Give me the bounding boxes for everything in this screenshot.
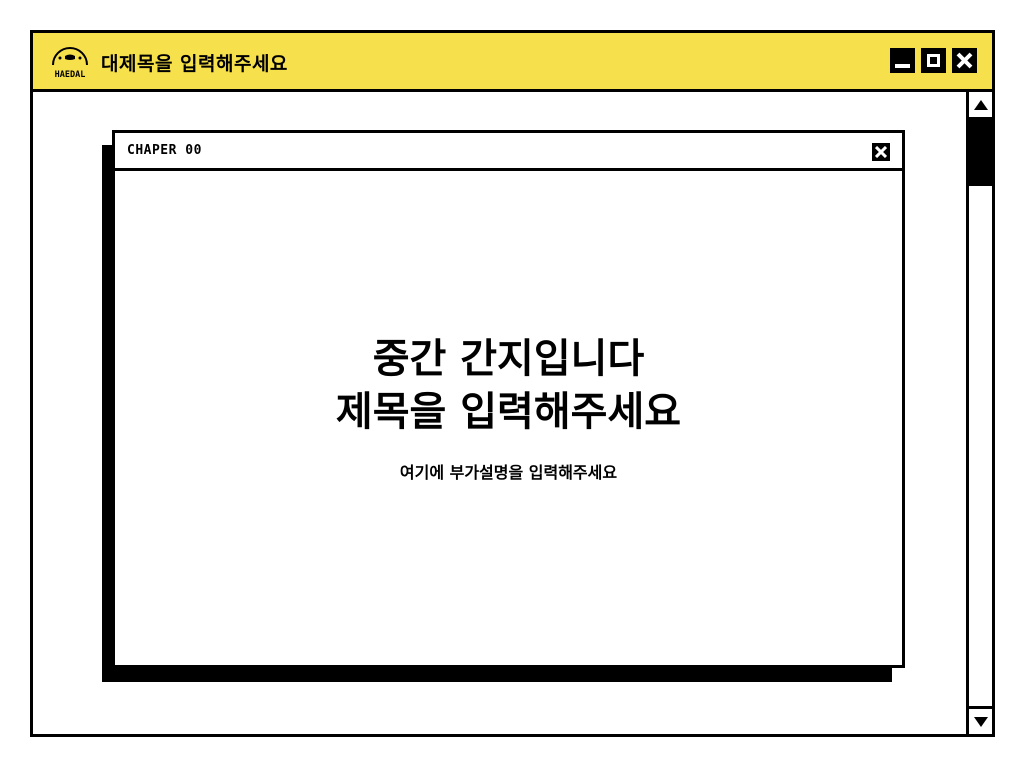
close-icon: [956, 52, 973, 69]
scroll-up-arrow-icon[interactable]: [969, 92, 992, 120]
maximize-button[interactable]: [921, 48, 946, 73]
close-button[interactable]: [952, 48, 977, 73]
dialog-headline: 중간 간지입니다 제목을 입력해주세요: [115, 333, 902, 439]
chapter-label: CHAPER 00: [127, 143, 202, 158]
haedal-logo: HAEDAL: [52, 47, 88, 80]
dialog-subtitle: 여기에 부가설명을 입력해주세요: [399, 463, 618, 482]
minimize-button[interactable]: [890, 48, 915, 73]
scroll-down-arrow-icon[interactable]: [969, 706, 992, 734]
scroll-thumb[interactable]: [969, 120, 992, 186]
chapter-dialog: CHAPER 00 중간 간지입니다 제목을 입력해주세요 여기에 부가설명을 …: [112, 130, 905, 668]
dialog-close-button[interactable]: [872, 143, 890, 161]
dialog-header[interactable]: CHAPER 00: [115, 133, 902, 171]
title-bar[interactable]: HAEDAL 대제목을 입력해주세요: [33, 33, 992, 92]
headline-line-2: 제목을 입력해주세요: [335, 389, 682, 435]
logo-text: HAEDAL: [55, 70, 86, 80]
headline-line-1: 중간 간지입니다: [372, 336, 645, 382]
vertical-scrollbar[interactable]: [966, 92, 992, 734]
window-title: 대제목을 입력해주세요: [101, 53, 288, 75]
close-icon: [875, 146, 887, 158]
